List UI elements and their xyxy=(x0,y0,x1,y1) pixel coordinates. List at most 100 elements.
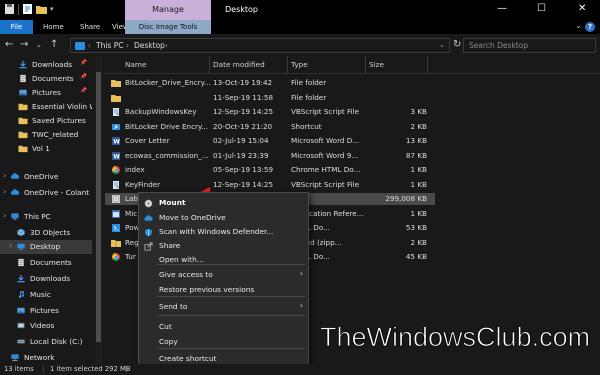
column-divider[interactable] xyxy=(209,56,210,74)
sidebar-item[interactable]: Local Disk (C:) xyxy=(0,335,92,349)
sidebar-item[interactable]: TWC_related xyxy=(0,128,92,142)
sidebar-item[interactable]: Downloads xyxy=(0,272,92,286)
disc-icon xyxy=(144,199,153,208)
column-divider[interactable] xyxy=(365,56,366,74)
help-icon[interactable]: ? xyxy=(585,22,595,32)
file-size: 2 KB xyxy=(410,121,427,131)
column-type[interactable]: Type xyxy=(291,60,308,69)
save-icon[interactable] xyxy=(4,3,15,15)
file-name: BitLocker Drive Encry... xyxy=(125,121,209,131)
file-name: BackupWindowsKey xyxy=(125,107,197,116)
menu-item-scan-with-windows-defender[interactable]: Scan with Windows Defender... xyxy=(139,226,308,238)
table-row[interactable]: index 05-Sep-19 13:59 Chrome HTML Do... 1 K… xyxy=(105,164,435,176)
cube-icon xyxy=(17,228,25,237)
address-dropdown-icon[interactable]: ⌄ xyxy=(439,41,445,49)
refresh-button[interactable]: ↻ xyxy=(453,39,461,50)
breadcrumb-this-pc[interactable]: This PC xyxy=(96,41,123,50)
navigation-scrollbar[interactable] xyxy=(95,56,102,364)
table-row[interactable]: Wecowas_commission_... 01-Jul-19 23:39 Mic… xyxy=(105,150,435,162)
menu-separator xyxy=(157,315,305,316)
sidebar-item[interactable]: Network xyxy=(0,351,92,365)
pictures-icon xyxy=(17,307,25,314)
recent-locations-button[interactable]: ⌄ xyxy=(36,41,42,49)
table-row[interactable]: BitLocker Drive Encry... 20-Oct-19 21:20 S… xyxy=(105,121,435,133)
svg-text:W: W xyxy=(113,153,120,160)
menu-item-cut[interactable]: Cut xyxy=(139,321,308,333)
file-name: ecowas_commission_... xyxy=(125,150,209,160)
sidebar-item[interactable]: Documents 📌 xyxy=(0,72,92,86)
forward-button[interactable]: → xyxy=(20,39,28,50)
sidebar-item-label: Videos xyxy=(30,321,55,330)
share-icon xyxy=(144,242,153,251)
sidebar-item[interactable]: Essential Violin W xyxy=(0,100,92,114)
sidebar-item-label: Pictures xyxy=(32,88,61,97)
sidebar-item[interactable]: Vol 1 xyxy=(0,142,92,156)
chevron-down-icon[interactable]: ⌄ xyxy=(575,21,582,30)
chevron-right-icon[interactable]: › xyxy=(3,211,6,220)
up-button[interactable]: ↑ xyxy=(50,39,58,50)
minimize-button[interactable]: — xyxy=(497,3,507,14)
sidebar-item[interactable]: › OneDrive - Colant xyxy=(0,186,92,200)
column-date-modified[interactable]: Date modified xyxy=(213,60,265,69)
network-icon xyxy=(11,354,19,362)
sidebar-item-label: Saved Pictures xyxy=(32,116,86,125)
sidebar-item[interactable]: › OneDrive xyxy=(0,170,92,184)
quick-access-dropdown-icon[interactable]: ▾ xyxy=(50,5,54,13)
menu-item-send-to[interactable]: Send to › xyxy=(139,301,308,313)
breadcrumb-desktop[interactable]: Desktop xyxy=(134,41,165,50)
sidebar-item[interactable]: Saved Pictures xyxy=(0,114,92,128)
file-type: VBScript Script File xyxy=(291,179,360,189)
table-row[interactable]: BitLocker_Drive_Encry... 13-Oct-19 19:42 F… xyxy=(105,77,435,89)
menu-item-give-access-to[interactable]: Give access to › xyxy=(139,269,308,281)
status-divider: | xyxy=(42,365,45,373)
column-name[interactable]: Name xyxy=(125,60,147,69)
menu-item-restore-previous-versions[interactable]: Restore previous versions xyxy=(139,284,308,296)
table-row[interactable]: 11-Sep-19 11:58 File folder xyxy=(105,92,435,104)
file-date-modified: 11-Sep-19 11:58 xyxy=(213,92,274,102)
sidebar-item[interactable]: › Desktop xyxy=(0,240,92,254)
folder-icon xyxy=(18,103,28,111)
menu-item-copy[interactable]: Copy xyxy=(139,336,308,348)
menu-item-move-to-onedrive[interactable]: Move to OneDrive xyxy=(139,212,308,224)
column-divider[interactable] xyxy=(287,56,288,74)
sidebar-item[interactable]: Documents xyxy=(0,256,92,270)
manage-contextual-tab[interactable]: Manage xyxy=(125,0,211,20)
table-row[interactable]: BackupWindowsKey 12-Sep-19 14:25 VBScript … xyxy=(105,106,435,118)
close-button[interactable]: ✕ xyxy=(578,3,586,14)
tab-disc-image-tools[interactable]: Disc Image Tools xyxy=(125,20,211,34)
tab-home[interactable]: Home xyxy=(43,20,64,34)
sidebar-item[interactable]: Pictures xyxy=(0,304,92,318)
table-row[interactable]: W Cover Letter 02-Jul-19 15:04 Microsoft Wo… xyxy=(105,135,435,147)
file-date-modified: 05-Sep-19 13:59 xyxy=(213,165,274,174)
sidebar-item-label: Downloads xyxy=(32,60,73,69)
file-size: 13 KB xyxy=(405,136,427,145)
scroll-thumb[interactable] xyxy=(96,72,101,342)
breadcrumb-separator: › xyxy=(165,41,168,50)
pc-icon xyxy=(11,213,19,220)
sidebar-item[interactable]: Downloads 📌 xyxy=(0,58,92,72)
new-folder-icon[interactable] xyxy=(36,3,47,15)
column-divider[interactable] xyxy=(427,56,428,74)
menu-item-mount[interactable]: Mount xyxy=(139,197,308,209)
navigation-pane: Downloads 📌 Documents 📌 Pictures 📌 Essential V… xyxy=(0,56,92,364)
tab-share[interactable]: Share xyxy=(80,20,100,34)
back-button[interactable]: ← xyxy=(5,39,13,50)
chevron-right-icon[interactable]: › xyxy=(3,187,6,196)
sidebar-item[interactable]: Videos xyxy=(0,319,92,333)
chevron-right-icon[interactable]: › xyxy=(9,241,12,250)
sidebar-item[interactable]: › This PC xyxy=(0,210,92,224)
sidebar-item-label: Essential Violin W xyxy=(32,102,92,111)
column-size[interactable]: Size xyxy=(369,60,384,69)
address-bar[interactable]: › This PC › Desktop › ⌄ xyxy=(70,38,450,53)
maximize-button[interactable]: ☐ xyxy=(537,3,546,14)
sidebar-item[interactable]: 3D Objects xyxy=(0,226,92,240)
menu-item-label: Move to OneDrive xyxy=(159,213,226,222)
sidebar-item[interactable]: Music xyxy=(0,288,92,302)
sidebar-item-label: Vol 1 xyxy=(32,144,50,153)
menu-item-share[interactable]: Share xyxy=(139,240,308,252)
sidebar-item[interactable]: Pictures 📌 xyxy=(0,86,92,100)
search-input[interactable]: Search Desktop xyxy=(463,38,596,53)
chevron-right-icon[interactable]: › xyxy=(3,171,6,180)
tab-file[interactable]: File xyxy=(0,20,33,34)
properties-icon[interactable] xyxy=(22,3,33,15)
